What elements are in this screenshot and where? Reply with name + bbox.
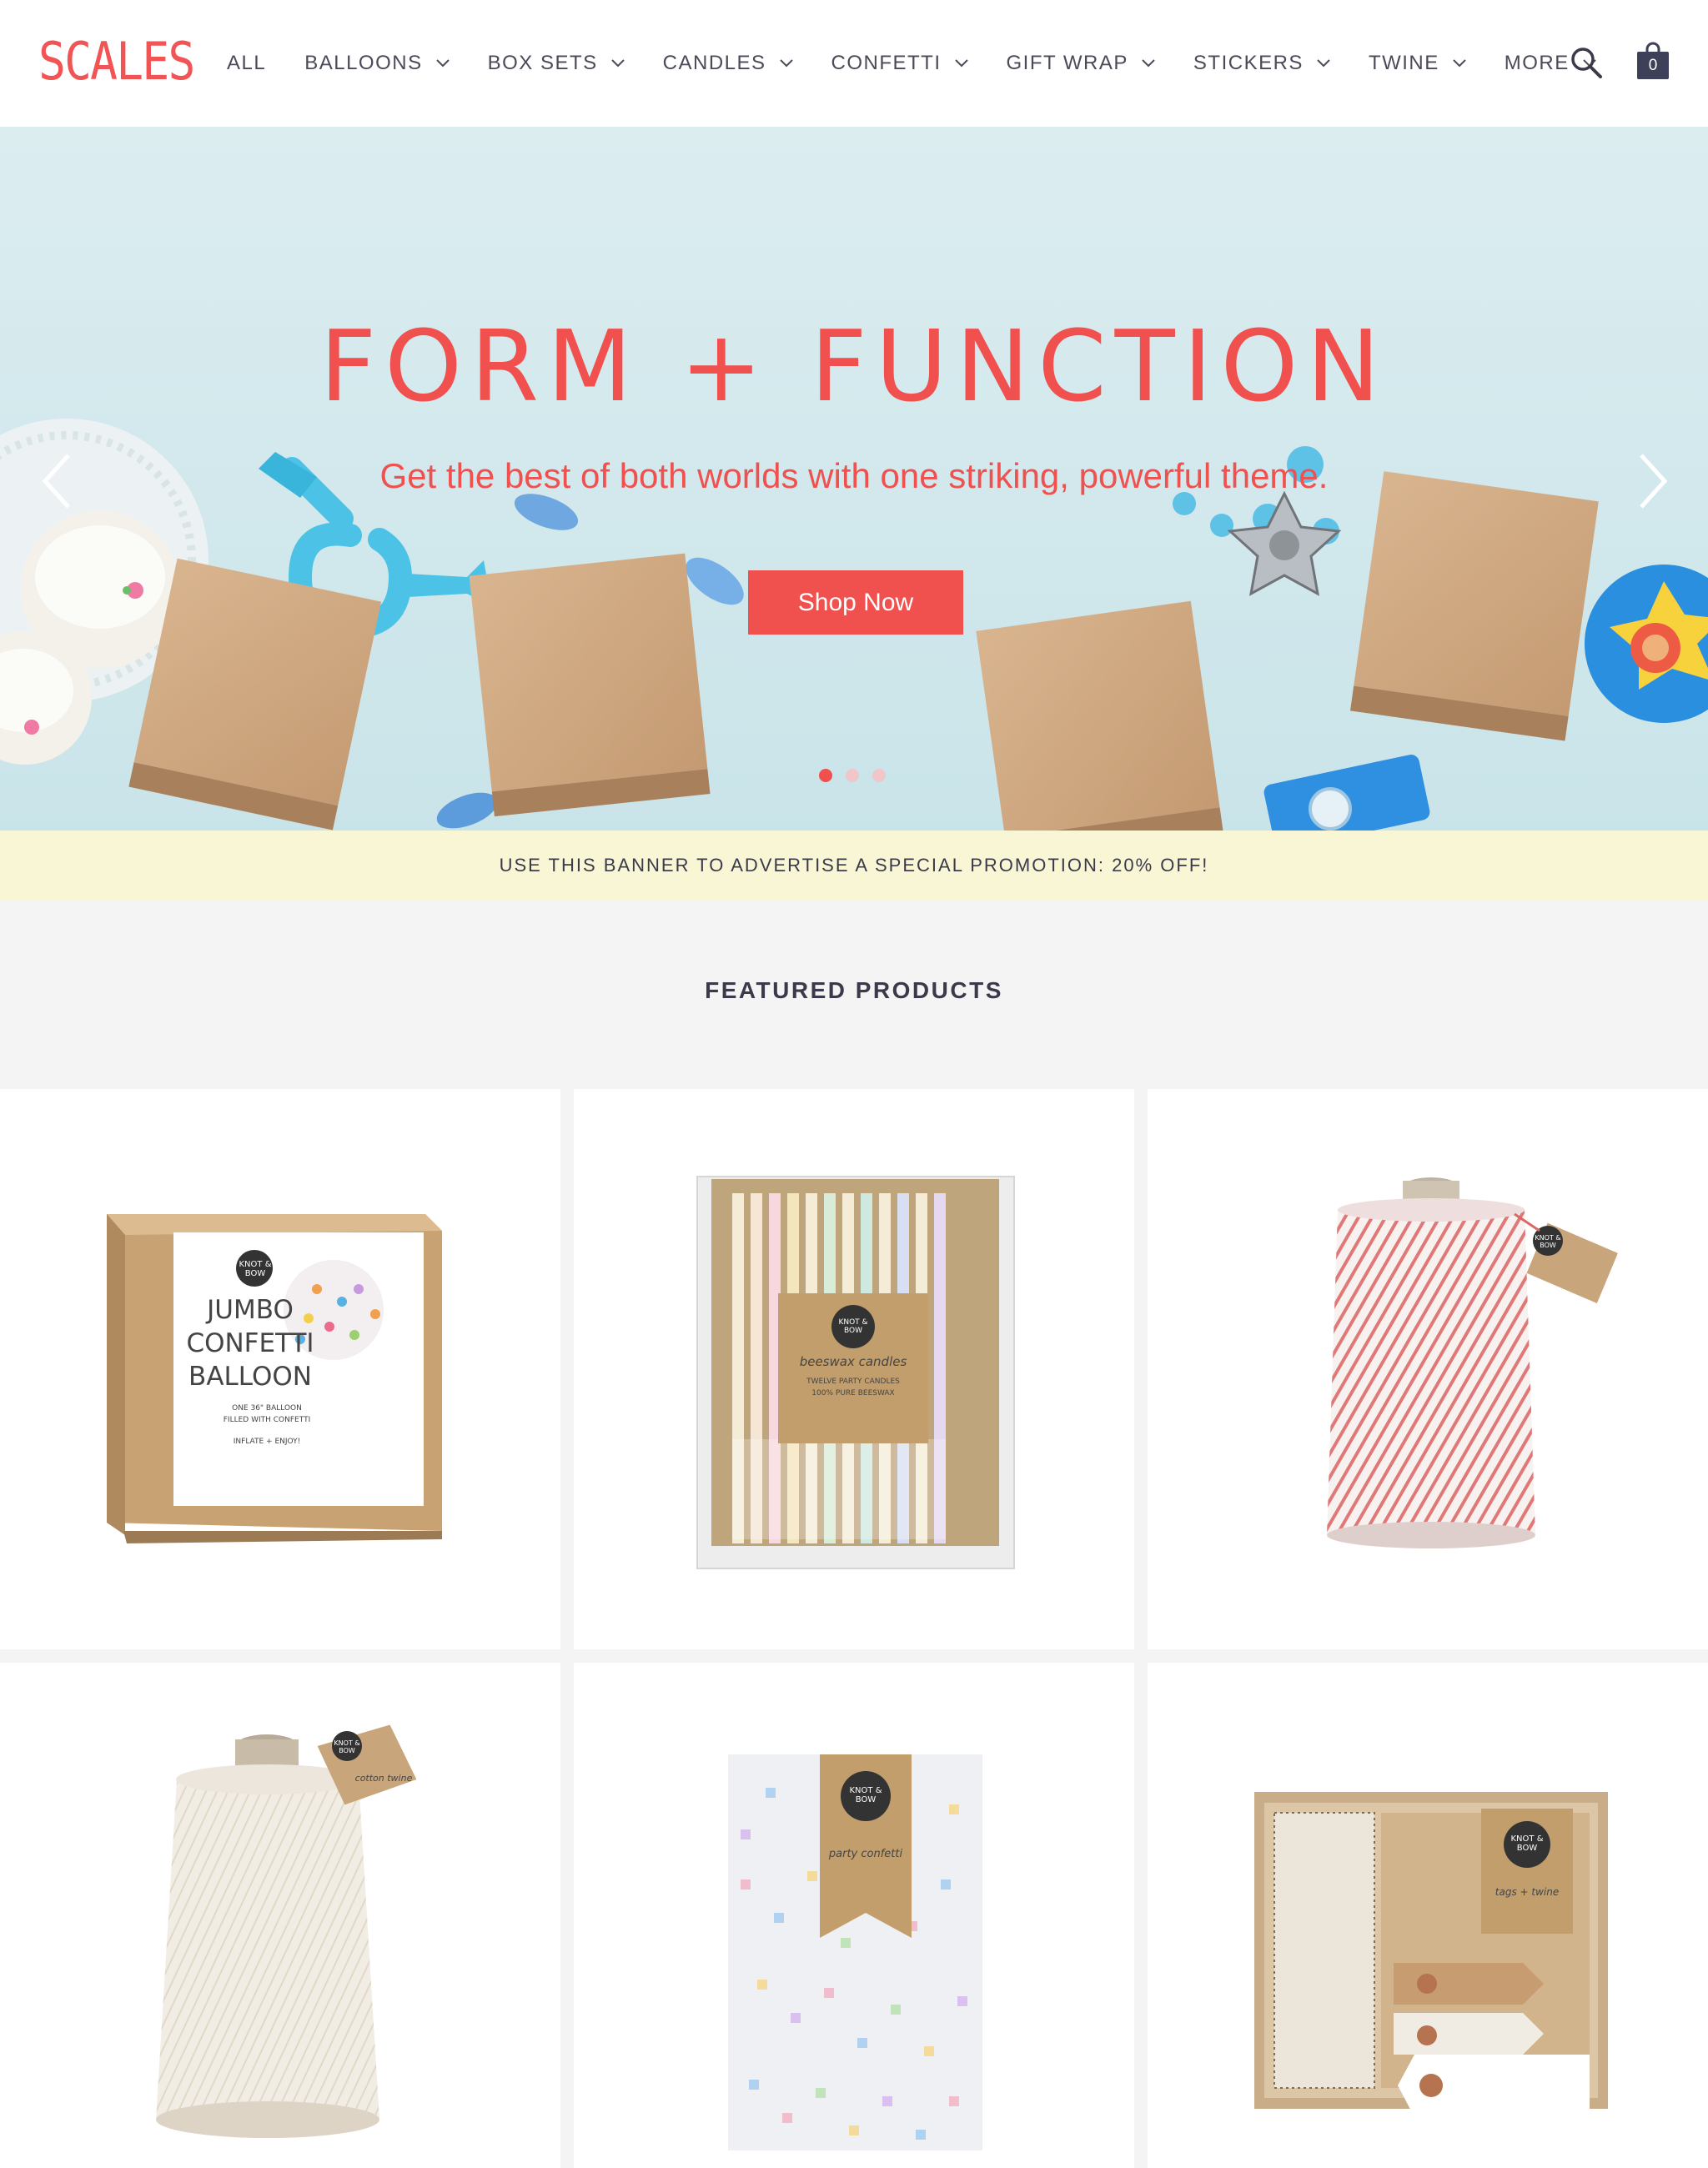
nav-item-label: GIFT WRAP xyxy=(1006,52,1128,74)
section-title: FEATURED PRODUCTS xyxy=(705,977,1003,1003)
brand-label: KNOT & BOW xyxy=(334,1739,360,1754)
package-text: FILLED WITH CONFETTI xyxy=(223,1416,311,1424)
cart-button[interactable]: 0 xyxy=(1636,42,1670,80)
nav-item-box-sets[interactable]: BOX SETS xyxy=(488,52,625,75)
nav-item-confetti[interactable]: CONFETTI xyxy=(831,52,968,75)
product-card[interactable]: KNOT & BOW JUMBO CONFETTI BALLOON ONE 36… xyxy=(0,1089,560,1649)
chevron-left-icon[interactable] xyxy=(40,452,73,510)
search-icon[interactable] xyxy=(1570,46,1603,79)
nav-item-gift-wrap[interactable]: GIFT WRAP xyxy=(1007,52,1155,75)
package-text: 100% PURE BEESWAX xyxy=(811,1389,895,1398)
chevron-down-icon xyxy=(1317,59,1330,68)
nav-item-stickers[interactable]: STICKERS xyxy=(1193,52,1330,75)
product-image xyxy=(1254,1792,1608,2117)
package-title: JUMBO xyxy=(207,1295,294,1325)
product-image xyxy=(728,1754,982,2150)
chevron-down-icon xyxy=(954,59,968,68)
product-card[interactable]: KNOT & BOW cotton twine xyxy=(0,1663,560,2168)
chevron-down-icon xyxy=(1453,59,1466,68)
chevron-down-icon xyxy=(1142,59,1155,68)
product-image xyxy=(696,1176,1015,1569)
product-card[interactable]: KNOT & BOW beeswax candles TWELVE PARTY … xyxy=(574,1089,1134,1649)
hero-subtitle: Get the best of both worlds with one str… xyxy=(379,456,1329,495)
nav-item-balloons[interactable]: BALLOONS xyxy=(304,52,450,75)
chevron-down-icon xyxy=(435,59,450,68)
chevron-down-icon xyxy=(610,59,625,68)
main-nav: ALL BALLOONS BOX SETS CANDLES CONFETTI G… xyxy=(227,47,1635,80)
brand-label: KNOT & BOW xyxy=(239,1260,272,1278)
nav-item-candles[interactable]: CANDLES xyxy=(663,52,793,75)
chevron-right-icon[interactable] xyxy=(1636,452,1670,510)
hero-title: FORM + FUNCTION xyxy=(319,309,1389,424)
nav-item-label: TWINE xyxy=(1368,52,1439,74)
brand-label: KNOT & BOW xyxy=(849,1786,882,1804)
package-text: ONE 36" BALLOON xyxy=(232,1404,302,1413)
package-title: tags + twine xyxy=(1494,1886,1560,1898)
slide-dot[interactable] xyxy=(846,769,859,782)
featured-products-section: FEATURED PRODUCTS KNOT & BOW JUMBO CONFE… xyxy=(0,901,1708,2168)
nav-item-label: ALL xyxy=(227,52,267,74)
site-header: SCALES ALL BALLOONS BOX SETS CANDLES CON… xyxy=(0,0,1708,127)
package-title: CONFETTI xyxy=(186,1328,314,1358)
nav-item-label: BOX SETS xyxy=(487,52,598,74)
brand-label: KNOT & BOW xyxy=(1510,1834,1544,1853)
slide-dot[interactable] xyxy=(872,769,886,782)
nav-item-label: MORE xyxy=(1504,52,1570,74)
slide-dots xyxy=(819,769,899,782)
package-text: INFLATE + ENJOY! xyxy=(233,1438,301,1446)
brand-label: KNOT & BOW xyxy=(838,1318,868,1335)
nav-item-label: CANDLES xyxy=(662,52,766,74)
brand-label: KNOT & BOW xyxy=(1535,1234,1561,1249)
promo-banner[interactable]: USE THIS BANNER TO ADVERTISE A SPECIAL P… xyxy=(0,831,1708,901)
slide-dot[interactable] xyxy=(819,769,832,782)
product-card[interactable]: KNOT & BOW tags + twine xyxy=(1148,1663,1708,2168)
nav-item-twine[interactable]: TWINE xyxy=(1369,52,1466,75)
nav-item-label: STICKERS xyxy=(1193,52,1304,74)
package-title: party confetti xyxy=(828,1848,903,1860)
package-title: cotton twine xyxy=(354,1773,413,1784)
nav-item-all[interactable]: ALL xyxy=(227,52,266,75)
shop-now-button[interactable]: Shop Now xyxy=(748,570,963,635)
package-title: BALLOON xyxy=(188,1362,312,1392)
nav-item-label: CONFETTI xyxy=(831,52,942,74)
chevron-down-icon xyxy=(779,59,793,68)
package-text: TWELVE PARTY CANDLES xyxy=(806,1378,900,1386)
cart-count: 0 xyxy=(1648,57,1658,74)
package-title: beeswax candles xyxy=(799,1354,907,1369)
store-logo[interactable]: SCALES xyxy=(38,28,195,95)
product-card[interactable]: KNOT & BOW party confetti xyxy=(574,1663,1134,2168)
product-image xyxy=(1327,1177,1618,1548)
product-card[interactable]: KNOT & BOW xyxy=(1148,1089,1708,1649)
nav-item-label: BALLOONS xyxy=(304,52,423,74)
hero-slideshow: FORM + FUNCTION Get the best of both wor… xyxy=(0,127,1708,831)
product-image xyxy=(156,1724,417,2138)
